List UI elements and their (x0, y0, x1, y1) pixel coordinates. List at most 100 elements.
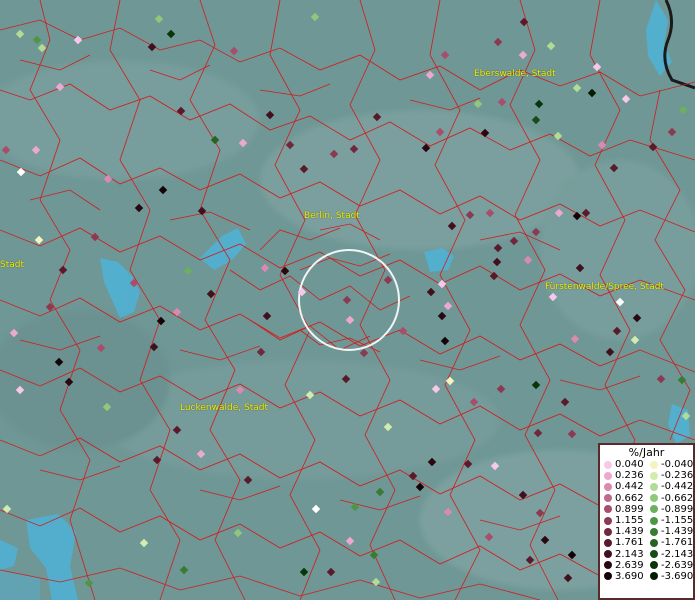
station-marker (34, 235, 44, 245)
station-marker (134, 203, 144, 213)
station-marker (493, 243, 503, 253)
legend-title: %/Jahr (628, 446, 665, 459)
legend-label: 0.442 (615, 481, 644, 493)
legend-entry-positive: 3.690 (600, 571, 646, 582)
legend-row: 1.439 -1.439 (600, 526, 693, 537)
station-marker (256, 347, 266, 357)
legend-swatch (650, 494, 658, 503)
legend-entry-positive: 0.442 (600, 481, 646, 492)
station-marker (345, 536, 355, 546)
station-marker (592, 62, 602, 72)
station-marker (440, 50, 450, 60)
station-marker (262, 311, 272, 321)
legend-swatch (650, 561, 658, 570)
station-marker (534, 99, 544, 109)
legend-swatch (604, 527, 612, 536)
legend-label: 0.040 (615, 459, 644, 471)
station-marker (440, 336, 450, 346)
legend-swatch (604, 550, 612, 559)
legend-swatch (604, 505, 612, 514)
city-label: Luckenwalde, Stadt (180, 403, 268, 413)
legend-entry-negative: -2.639 (646, 560, 693, 571)
legend-label: -0.236 (661, 470, 694, 482)
station-marker (677, 375, 687, 385)
station-marker (597, 140, 607, 150)
station-marker (493, 37, 503, 47)
station-marker (437, 311, 447, 321)
legend-label: -0.442 (661, 481, 694, 493)
legend-row: 1.761 -1.761 (600, 537, 693, 548)
legend-row: 0.040 -0.040 (600, 459, 693, 470)
station-marker (179, 565, 189, 575)
legend-entry-negative: -3.690 (646, 571, 693, 582)
legend-label: 2.639 (615, 559, 644, 571)
station-marker (667, 127, 677, 137)
legend-swatch (650, 538, 658, 547)
legend-entry-positive: 0.662 (600, 493, 646, 504)
legend-entry-negative: -1.439 (646, 526, 693, 537)
station-marker (497, 97, 507, 107)
station-marker (473, 99, 483, 109)
station-marker (375, 487, 385, 497)
city-label: Eberswalde, Stadt (474, 69, 556, 79)
legend-swatch (650, 572, 658, 581)
legend-label: 0.236 (615, 470, 644, 482)
station-marker (84, 578, 94, 588)
legend-row: 2.639 -2.639 (600, 560, 693, 571)
station-marker (280, 266, 290, 276)
station-marker (359, 348, 369, 358)
station-marker (621, 94, 631, 104)
legend-label: 1.439 (615, 526, 644, 538)
station-marker (531, 115, 541, 125)
station-marker (139, 538, 149, 548)
station-marker (371, 577, 381, 587)
legend-entry-negative: -0.662 (646, 493, 693, 504)
station-marker (425, 70, 435, 80)
legend-swatch (604, 494, 612, 503)
station-marker (531, 380, 541, 390)
highway-line (663, 0, 695, 90)
legend-swatch (650, 471, 658, 480)
legend-swatch (650, 505, 658, 514)
legend-swatch (650, 516, 658, 525)
station-marker (73, 35, 83, 45)
legend-entry-negative: -0.236 (646, 470, 693, 481)
legend-swatch (604, 538, 612, 547)
legend-swatch (604, 561, 612, 570)
legend-entry-negative: -2.143 (646, 549, 693, 560)
station-marker (265, 110, 275, 120)
station-marker (158, 185, 168, 195)
station-marker (350, 502, 360, 512)
station-marker (546, 41, 556, 51)
station-marker (656, 374, 666, 384)
legend-row: 0.442 -0.442 (600, 481, 693, 492)
station-marker (58, 265, 68, 275)
station-marker (567, 429, 577, 439)
legend-entry-positive: 1.439 (600, 526, 646, 537)
legend-swatch (650, 460, 658, 469)
legend-label: 1.761 (615, 537, 644, 549)
city-label: Stadt (0, 260, 24, 270)
legend-row: 0.236 -0.236 (600, 470, 693, 481)
legend-swatch (604, 516, 612, 525)
legend-label: -0.662 (661, 492, 694, 504)
station-marker (345, 315, 355, 325)
legend-row: 0.662 -0.662 (600, 493, 693, 504)
legend-swatch (604, 460, 612, 469)
legend-panel: %/Jahr 0.040 -0.040 0.236 -0.236 0.442 -0.442… (598, 443, 695, 600)
station-marker (496, 384, 506, 394)
station-marker (605, 347, 615, 357)
station-marker (206, 289, 216, 299)
legend-label: -0.899 (661, 503, 694, 515)
map-canvas (0, 0, 695, 600)
city-label: Fürstenwalde/Spree, Stadt (545, 282, 664, 292)
legend-row: 3.690 -3.690 (600, 571, 693, 582)
legend-swatch (604, 482, 612, 491)
map-view[interactable]: Eberswalde, Stadt Berlin, Stadt Fürstenw… (0, 0, 695, 600)
station-marker (533, 428, 543, 438)
city-label: Berlin, Stadt (304, 211, 360, 221)
station-marker (560, 397, 570, 407)
station-marker (311, 504, 321, 514)
station-marker (518, 50, 528, 60)
legend-row: 1.155 -1.155 (600, 515, 693, 526)
